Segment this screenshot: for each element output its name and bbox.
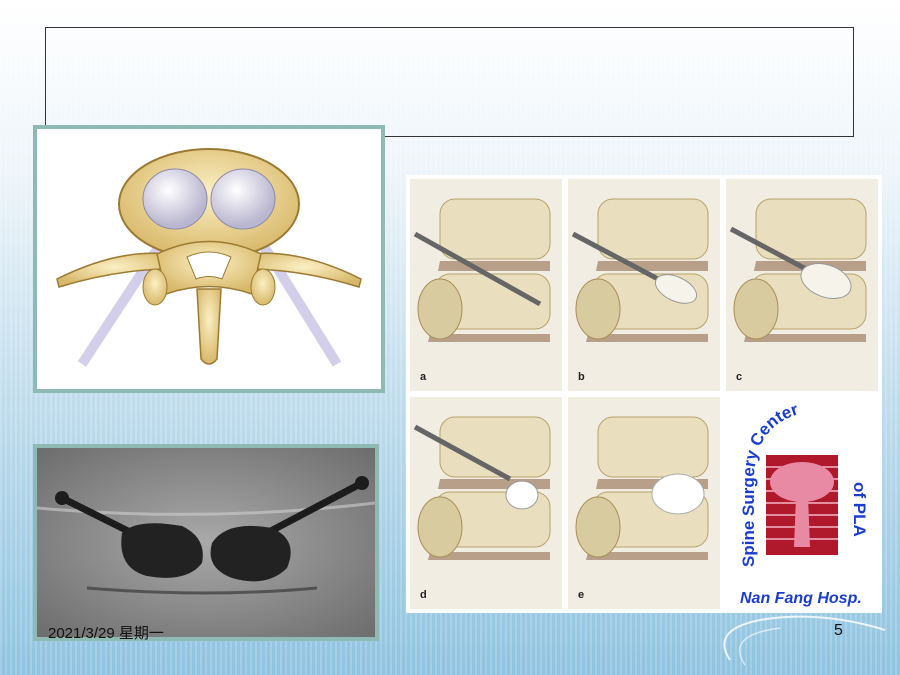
- kyphoplasty-steps-figure: a b c d e Spine Surgery Center of PLA Na…: [406, 175, 882, 613]
- panel-label-e: e: [578, 589, 585, 601]
- logo-text-line2: of PLA: [850, 482, 869, 537]
- page-number: 5: [834, 622, 843, 639]
- panel-label-d: d: [420, 589, 427, 601]
- step-panel-b: b: [568, 179, 720, 391]
- footer-date: 2021/3/29 星期一: [48, 625, 164, 642]
- decorative-swoosh-icon: [723, 615, 886, 666]
- step-panel-a: a: [410, 179, 562, 391]
- vertebra-illustration: [33, 125, 385, 393]
- step-panel-c: c: [726, 179, 878, 391]
- spine-step-b-icon: [571, 198, 709, 342]
- fluoroscopy-xray-icon: [37, 448, 375, 637]
- spine-step-d-icon: [413, 416, 551, 560]
- svg-text:of PLA: of PLA: [850, 482, 869, 537]
- panel-label-a: a: [420, 371, 427, 383]
- vertebra-cross-section-icon: [56, 148, 362, 367]
- spine-step-e-icon: [575, 416, 709, 560]
- step-panel-e: e: [568, 397, 720, 609]
- xray-image: [33, 444, 379, 641]
- panel-label-b: b: [578, 371, 585, 383]
- hospital-logo: Spine Surgery Center of PLA Nan Fang Hos…: [726, 397, 878, 609]
- step-panel-d: d: [410, 397, 562, 609]
- panel-label-c: c: [736, 371, 743, 383]
- title-placeholder-box: [45, 27, 854, 137]
- spine-step-a-icon: [413, 198, 551, 342]
- spine-step-c-icon: [729, 198, 867, 342]
- spine-center-logo-icon: Spine Surgery Center of PLA Nan Fang Hos…: [739, 400, 869, 607]
